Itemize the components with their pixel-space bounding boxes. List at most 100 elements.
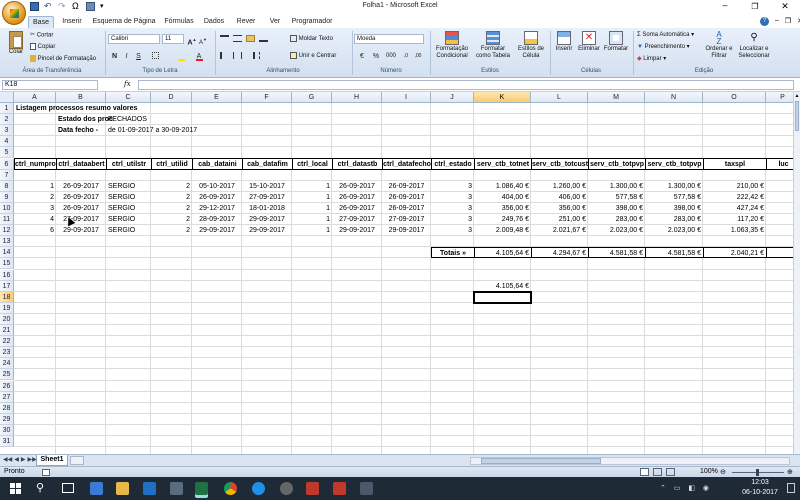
data-cell[interactable]: 577,58 €: [645, 192, 703, 203]
row-header[interactable]: 13: [0, 236, 14, 248]
chrome-icon[interactable]: [224, 482, 237, 495]
data-cell[interactable]: 2: [151, 203, 192, 214]
data-cell[interactable]: 29-09-2017: [242, 225, 292, 236]
scroll-up-icon[interactable]: ▲: [794, 92, 800, 100]
data-cell[interactable]: 1: [292, 192, 332, 203]
column-label-cell[interactable]: ctrl_local: [292, 158, 333, 170]
formula-input[interactable]: [138, 80, 794, 90]
borders-icon[interactable]: [150, 52, 160, 61]
estado-value[interactable]: FECHADOS: [106, 114, 151, 125]
row-header[interactable]: 9: [0, 191, 14, 203]
column-header[interactable]: P: [766, 92, 793, 103]
minimize-button[interactable]: –: [710, 0, 740, 13]
column-header[interactable]: N: [645, 92, 703, 103]
data-cell[interactable]: 251,00 €: [531, 214, 588, 225]
app-icon[interactable]: [280, 482, 293, 495]
save-icon[interactable]: [30, 2, 39, 11]
font-size-select[interactable]: 11: [162, 34, 184, 44]
office-button[interactable]: [2, 1, 26, 25]
grow-font-icon[interactable]: A▲: [187, 35, 197, 46]
data-cell[interactable]: 26-09-2017: [382, 203, 431, 214]
data-cell[interactable]: 2: [151, 225, 192, 236]
data-cell[interactable]: 26-09-2017: [56, 181, 106, 192]
data-cell[interactable]: 1: [292, 181, 332, 192]
thousands-button[interactable]: 000: [384, 52, 398, 61]
vertical-scrollbar[interactable]: ▲: [793, 92, 800, 454]
data-cell[interactable]: 1.063,35 €: [703, 225, 766, 236]
increase-decimal-icon[interactable]: ,0: [401, 52, 411, 61]
system-tray[interactable]: ⌃ ▭ ◧ ◉: [660, 484, 712, 492]
row-header[interactable]: 10: [0, 202, 14, 214]
next-sheet-icon[interactable]: ▶: [21, 456, 26, 463]
data-cell[interactable]: [766, 225, 793, 236]
data-cell[interactable]: 577,58 €: [588, 192, 645, 203]
tab-formulas[interactable]: Fórmulas: [162, 16, 196, 28]
clear-button[interactable]: ◆ Limpar ▾: [637, 55, 666, 63]
cell-styles-button[interactable]: Estilos de Célula: [514, 31, 548, 60]
format-cells-button[interactable]: Formatar: [602, 31, 630, 53]
data-cell[interactable]: [766, 214, 793, 225]
insert-cells-button[interactable]: Inserir: [552, 31, 576, 53]
row-header[interactable]: 31: [0, 436, 14, 448]
app-icon[interactable]: [360, 482, 373, 495]
fill-color-icon[interactable]: [176, 52, 186, 61]
data-cell[interactable]: 18-01-2018: [242, 203, 292, 214]
column-header[interactable]: O: [703, 92, 766, 103]
data-cell[interactable]: SERGIO: [106, 203, 151, 214]
column-header[interactable]: I: [382, 92, 431, 103]
data-cell[interactable]: 6: [14, 225, 56, 236]
data-cell[interactable]: 27-09-2017: [382, 214, 431, 225]
spreadsheet-grid[interactable]: ABCDEFGHIJKLMNOP 1 2 3 4 5 6 7 8 9 10 11 12 13 14 15 16…: [0, 92, 793, 454]
data-cell[interactable]: 249,76 €: [474, 214, 531, 225]
column-label-cell[interactable]: serv_ctb_totnet: [474, 158, 532, 170]
data-cell[interactable]: SERGIO: [106, 225, 151, 236]
wrap-text-button[interactable]: Moldar Texto: [290, 35, 333, 43]
column-label-cell[interactable]: ctrl_estado: [431, 158, 475, 170]
format-painter-button[interactable]: Pincel de Formatação: [30, 55, 96, 63]
tab-programador[interactable]: Programador: [290, 16, 334, 28]
row-header[interactable]: 23: [0, 347, 14, 359]
windows-start-icon[interactable]: [10, 483, 21, 494]
data-cell[interactable]: 2: [151, 181, 192, 192]
sheet-tab-sheet1[interactable]: Sheet1: [36, 455, 68, 466]
row-header[interactable]: 17: [0, 280, 14, 292]
row-header[interactable]: 29: [0, 413, 14, 425]
estado-label[interactable]: Estado dos proc: [56, 114, 113, 125]
data-cell[interactable]: 427,24 €: [703, 203, 766, 214]
active-cell-k18[interactable]: [473, 290, 532, 304]
zoom-level[interactable]: 100%: [700, 468, 718, 475]
data-cell[interactable]: 1.086,40 €: [474, 181, 531, 192]
zoom-slider-thumb[interactable]: [756, 469, 759, 476]
data-cell[interactable]: 2.023,00 €: [588, 225, 645, 236]
delete-cells-button[interactable]: ✕ Eliminar: [576, 31, 602, 53]
column-label-cell[interactable]: ctrl_datafecho: [382, 158, 432, 170]
row-header[interactable]: 16: [0, 269, 14, 281]
data-cell[interactable]: 398,00 €: [645, 203, 703, 214]
data-cell[interactable]: 398,00 €: [588, 203, 645, 214]
row-header[interactable]: 22: [0, 336, 14, 348]
fx-icon[interactable]: fx: [124, 80, 131, 88]
data-cell[interactable]: [766, 203, 793, 214]
percent-button[interactable]: %: [371, 52, 381, 61]
column-label-cell[interactable]: luc: [766, 158, 793, 170]
qat-dropdown-icon[interactable]: ▾: [100, 2, 106, 12]
name-box[interactable]: K18: [2, 80, 98, 90]
data-cell[interactable]: 1.300,00 €: [645, 181, 703, 192]
data-cell[interactable]: 15-10-2017: [242, 181, 292, 192]
tab-rever[interactable]: Rever: [232, 16, 260, 28]
data-cell[interactable]: 29-09-2017: [192, 225, 242, 236]
column-label-cell[interactable]: ctrl_utilid: [151, 158, 193, 170]
column-label-cell[interactable]: cab_datafim: [242, 158, 293, 170]
column-header[interactable]: A: [14, 92, 56, 103]
paste-button[interactable]: Colar: [4, 31, 28, 56]
tab-ver[interactable]: Ver: [264, 16, 286, 28]
data-cell[interactable]: 1: [766, 192, 793, 203]
row-header[interactable]: 1: [0, 103, 14, 115]
data-cell[interactable]: 3: [431, 225, 474, 236]
data-cell[interactable]: 29-09-2017: [332, 225, 382, 236]
data-cell[interactable]: 4: [14, 214, 56, 225]
restore-button[interactable]: ❐: [740, 0, 770, 13]
minimize-ribbon-icon[interactable]: –: [775, 17, 779, 26]
row-header[interactable]: 19: [0, 302, 14, 314]
column-header[interactable]: J: [431, 92, 474, 103]
